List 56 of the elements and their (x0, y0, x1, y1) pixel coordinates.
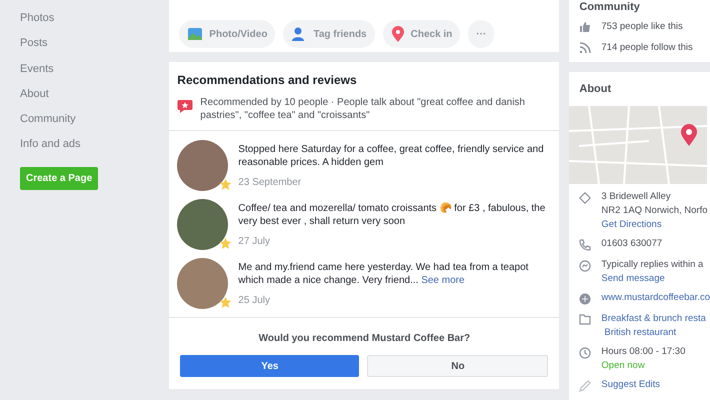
about-link[interactable]: Get Directions (601, 219, 662, 230)
folder-icon (579, 314, 592, 325)
about-link[interactable]: Send message (601, 273, 665, 284)
avatar (177, 258, 228, 309)
community-stat: 714 people follow this (601, 41, 693, 56)
about-text: 3 Bridewell Alley (601, 191, 672, 202)
community-stat: 753 people like this (601, 20, 683, 34)
about-link[interactable]: Breakfast & brunch resta (601, 313, 706, 324)
diamond-sign-icon (579, 192, 592, 204)
review-date: 25 July (238, 294, 271, 308)
avatar (177, 199, 228, 250)
open-status: Open now (601, 360, 646, 371)
review-text: Me and my.friend came here yesterday. We had tea from a teapot which made a nice change. Very friend... See more (238, 261, 530, 287)
about-text: Hours 08:00 - 17:30 (601, 346, 686, 357)
rss-icon (579, 42, 592, 54)
composer-action[interactable]: Tag friends (283, 20, 375, 48)
location-pin-icon (390, 26, 405, 42)
section-title: Recommendations and reviews (177, 72, 358, 89)
star-icon (219, 296, 232, 309)
create-page-button[interactable]: Create a Page (20, 166, 98, 190)
sidebar-item[interactable]: Events (20, 62, 54, 87)
about-text: 01603 630077 (601, 238, 662, 249)
avatar (177, 140, 228, 191)
composer-action[interactable]: Check in (382, 20, 460, 48)
review-text: Stopped here Saturday for a coffee, great coffee, friendly service and reasonable prices. A hidden gem (238, 143, 545, 169)
sidebar-item[interactable]: Info and ads (20, 137, 81, 163)
sidebar-item[interactable]: Photos (20, 11, 54, 36)
photo-icon (187, 26, 204, 42)
sidebar-item[interactable]: Community (20, 112, 76, 138)
about-link[interactable]: British restaurant (601, 327, 676, 338)
see-more-link[interactable]: See more (421, 275, 465, 286)
composer-action[interactable]: Photo/Video (179, 20, 276, 48)
thumbs-up-icon (579, 21, 592, 34)
review-text: Coffee/ tea and mozerella/ tomato croissants 🥐 for £3 , fabulous, the very best ever , shall return very soon (238, 202, 546, 228)
recommendation-icon (177, 99, 194, 114)
section-title: About (578, 82, 612, 96)
review-date: 23 September (238, 176, 302, 190)
chat-bubble-icon (579, 260, 592, 272)
review-date: 27 July (238, 235, 271, 249)
section-title: Community (579, 1, 641, 13)
answer-button[interactable]: Yes (180, 355, 360, 377)
about-text: Typically replies within a (601, 259, 704, 270)
about-link[interactable]: Suggest Edits (601, 379, 660, 390)
pencil-icon (579, 380, 592, 392)
clock-icon (579, 347, 592, 359)
star-icon (219, 237, 232, 250)
star-icon (219, 178, 232, 191)
recommend-question: Would you recommend Mustard Coffee Bar? (258, 332, 470, 346)
sidebar-item[interactable]: Posts (20, 36, 48, 62)
about-text: NR2 1AQ Norwich, Norfo (601, 205, 708, 216)
sidebar-item[interactable]: About (20, 86, 49, 112)
more-button[interactable]: ··· (468, 20, 494, 48)
about-link[interactable]: www.mustardcoffeebar.co (601, 292, 710, 303)
phone-icon (579, 239, 592, 251)
recommendation-summary: Recommended by 10 people · People talk about "great coffee and danish pastries", "coffee tea" and "croissants" (200, 96, 526, 122)
answer-button[interactable]: No (367, 355, 548, 377)
